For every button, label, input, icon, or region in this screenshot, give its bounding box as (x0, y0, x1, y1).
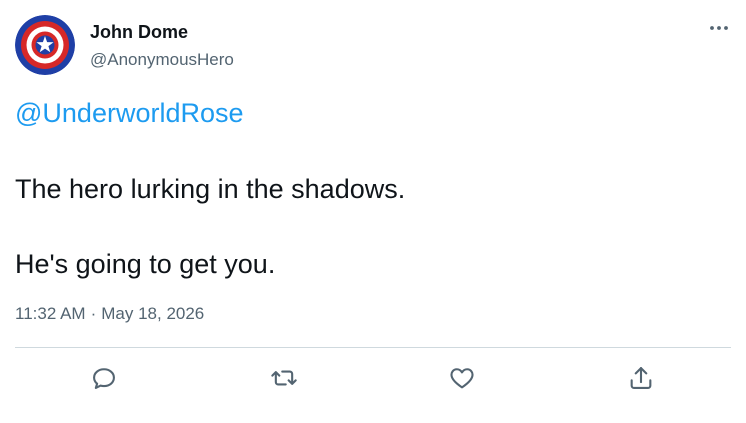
reply-button[interactable] (88, 362, 120, 394)
author-display-name[interactable]: John Dome (90, 21, 188, 43)
tweet-time[interactable]: 11:32 AM (15, 304, 86, 323)
more-dots-icon (710, 26, 728, 30)
avatar[interactable] (15, 15, 75, 75)
retweet-icon (271, 370, 297, 386)
author-handle[interactable]: @AnonymousHero (90, 50, 234, 70)
heart-icon (450, 368, 474, 389)
timestamp-separator: · (90, 304, 97, 323)
tweet-date[interactable]: May 18, 2026 (101, 304, 204, 323)
share-button[interactable] (625, 362, 657, 394)
divider (15, 347, 731, 348)
more-options-button[interactable] (708, 17, 730, 39)
tweet-card: John Dome @AnonymousHero @UnderworldRose… (0, 0, 746, 423)
retweet-button[interactable] (268, 362, 300, 394)
like-button[interactable] (446, 362, 478, 394)
shield-star-icon (15, 15, 75, 75)
tweet-mention-link[interactable]: @UnderworldRose (15, 97, 244, 129)
tweet-text-line: He's going to get you. (15, 249, 276, 279)
tweet-timestamp: 11:32 AM · May 18, 2026 (15, 303, 204, 325)
tweet-text-line: The hero lurking in the shadows. (15, 174, 406, 204)
share-icon (630, 367, 652, 389)
reply-icon (93, 368, 115, 389)
